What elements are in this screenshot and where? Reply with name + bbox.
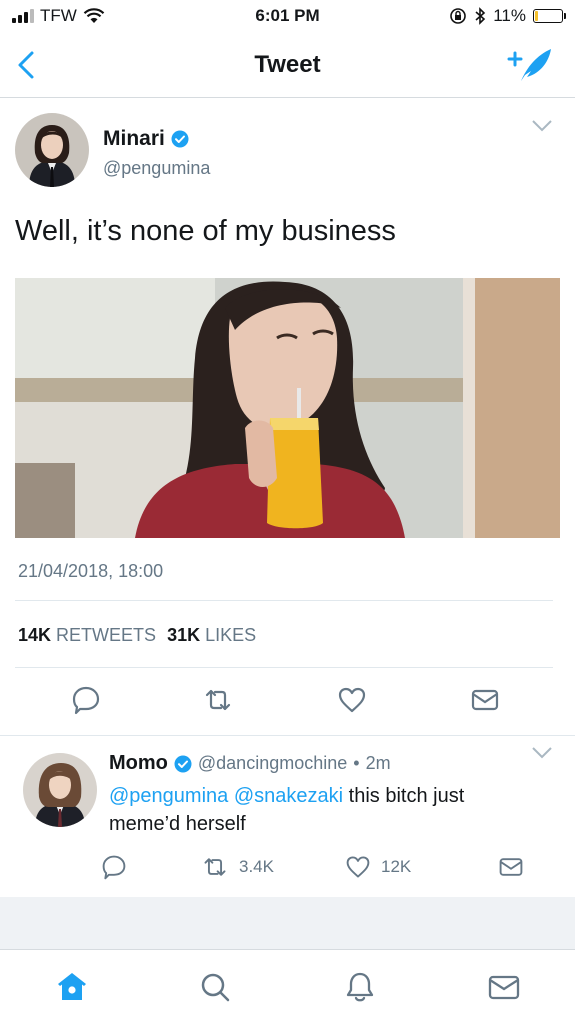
avatar[interactable] [15,113,89,187]
bluetooth-icon [475,7,486,25]
reply-author-name[interactable]: Momo [109,752,168,775]
reply-icon[interactable] [71,685,101,715]
retweet-icon [204,858,226,876]
tweet-timestamp: 21/04/2018, 18:00 [18,561,164,581]
reply-avatar[interactable] [23,753,97,827]
rotation-lock-icon [450,8,467,24]
mention-link[interactable]: @snakezaki [234,785,343,807]
like-icon [346,856,370,878]
status-bar: TFW 6:01 PM 11% [0,0,575,34]
battery-percent: 11% [493,6,526,25]
verified-badge-icon [174,755,192,772]
tweet-media-image[interactable] [15,278,560,538]
reply-actions: 3.4K 12K [0,854,575,884]
like-icon[interactable] [337,685,367,715]
direct-message-icon[interactable] [470,685,500,715]
compose-tweet-icon[interactable] [507,45,553,85]
author-handle[interactable]: @pengumina [103,158,210,179]
page-title: Tweet [254,51,321,78]
divider [15,667,553,668]
reply-tweet[interactable]: Momo @dancingmochine • 2m @pengumina @sn… [0,735,575,897]
direct-message-icon [499,858,523,876]
reply-retweet-count: 3.4K [239,857,274,876]
reply-icon [102,855,126,880]
tweet-stats: 14K RETWEETS 31K LIKES [18,625,256,646]
likes-stat[interactable]: 31K LIKES [167,625,256,646]
reply-message-button[interactable] [497,854,525,880]
divider [15,600,553,601]
author-name-label: Minari [103,127,165,150]
likes-count: 31K [167,625,201,645]
reply-like-button[interactable]: 12K [345,854,411,880]
chevron-down-icon[interactable] [531,119,553,133]
reply-like-count: 12K [381,857,412,876]
chevron-down-icon[interactable] [531,746,553,760]
reply-separator: • [353,753,360,773]
retweet-icon[interactable] [203,685,233,715]
retweets-stat[interactable]: 14K RETWEETS [18,625,156,646]
tweet-text: Well, it’s none of my business [15,215,396,247]
status-right: 11% [449,6,566,26]
home-icon[interactable] [55,970,89,1004]
section-separator [0,897,575,949]
likes-label: LIKES [205,625,257,645]
tweet-actions [0,685,575,719]
search-icon[interactable] [198,970,232,1004]
retweets-count: 14K [18,625,52,645]
battery-icon [533,9,566,23]
reply-text: @pengumina @snakezaki this bitch just me… [109,782,529,838]
reply-time: 2m [365,753,391,773]
mention-link[interactable]: @pengumina [109,785,228,807]
author-name[interactable]: Minari [103,127,189,151]
notifications-icon[interactable] [343,970,377,1004]
reply-header: Momo @dancingmochine • 2m [109,752,391,775]
verified-badge-icon [171,130,189,148]
messages-icon[interactable] [487,970,521,1004]
tab-bar [0,949,575,1024]
reply-retweet-button[interactable]: 3.4K [201,854,274,880]
retweets-label: RETWEETS [56,625,157,645]
navigation-bar: Tweet [0,34,575,98]
reply-reply-button[interactable] [101,854,127,880]
reply-author-handle[interactable]: @dancingmochine [198,753,347,774]
battery-level [535,11,538,21]
